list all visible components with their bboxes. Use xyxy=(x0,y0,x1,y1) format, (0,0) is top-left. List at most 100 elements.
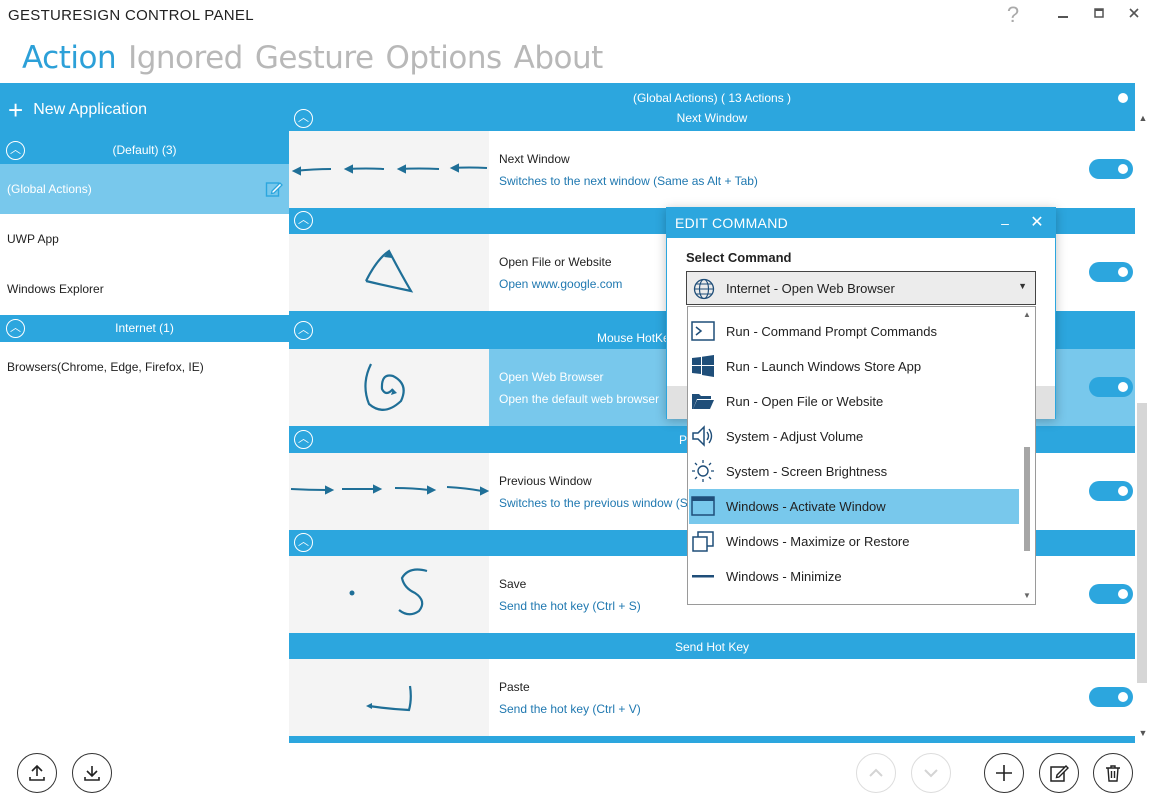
collapse-icon[interactable]: ︿ xyxy=(294,321,313,340)
collapse-icon[interactable]: ︿ xyxy=(6,319,25,338)
title-bar: GESTURESIGN CONTROL PANEL ? xyxy=(0,0,1151,31)
action-description: Send the hot key (Ctrl + S) xyxy=(499,599,641,613)
action-toggle[interactable] xyxy=(1089,159,1133,179)
scroll-down-icon[interactable]: ▼ xyxy=(1020,591,1034,600)
option-label: Windows - Activate Window xyxy=(726,499,886,514)
collapse-icon[interactable]: ︿ xyxy=(294,109,313,128)
close-button[interactable] xyxy=(1114,2,1151,28)
section-header xyxy=(289,736,1135,743)
action-row[interactable]: Paste Send the hot key (Ctrl + V) xyxy=(289,659,1135,736)
globe-icon xyxy=(693,278,715,300)
speaker-icon xyxy=(692,425,713,447)
main-nav: Action Ignored Gesture Options About xyxy=(22,38,603,82)
dropdown-option[interactable]: Run - Open File or Website xyxy=(689,384,1019,419)
option-label: Windows - Maximize or Restore xyxy=(726,534,910,549)
tab-about[interactable]: About xyxy=(514,38,604,82)
collapse-icon[interactable]: ︿ xyxy=(294,430,313,449)
move-down-button[interactable] xyxy=(911,753,951,793)
import-button[interactable] xyxy=(72,753,112,793)
group-header-default[interactable]: ︿ (Default) (3) xyxy=(0,137,289,164)
sun-icon xyxy=(692,460,714,482)
download-icon xyxy=(84,766,100,781)
action-name: Paste xyxy=(499,680,530,694)
global-actions-title: (Global Actions) ( 13 Actions ) xyxy=(632,91,792,105)
scroll-up-icon[interactable]: ▲ xyxy=(1020,310,1034,319)
dropdown-scrollbar[interactable]: ▲ ▼ xyxy=(1020,307,1034,604)
tab-options[interactable]: Options xyxy=(386,38,503,82)
terminal-icon xyxy=(691,321,715,341)
edit-action-button[interactable] xyxy=(1039,753,1079,793)
collapse-icon[interactable]: ︿ xyxy=(6,141,25,160)
gesture-left-arrows-icon xyxy=(291,163,488,176)
windows-logo-icon xyxy=(692,355,714,377)
dropdown-option[interactable]: Windows - Minimize xyxy=(689,559,1019,594)
upload-icon xyxy=(29,764,45,781)
action-toggle[interactable] xyxy=(1089,262,1133,282)
dropdown-option[interactable]: Run - Command Prompt Commands xyxy=(689,314,1019,349)
maximize-button[interactable] xyxy=(1079,2,1119,28)
tab-gesture[interactable]: Gesture xyxy=(255,38,374,82)
group-header-internet[interactable]: ︿ Internet (1) xyxy=(0,315,289,342)
app-item-browsers[interactable]: Browsers(Chrome, Edge, Firefox, IE) xyxy=(0,342,289,392)
dropdown-option[interactable]: Windows - Maximize or Restore xyxy=(689,524,1019,559)
collapse-icon[interactable]: ︿ xyxy=(294,533,313,552)
move-up-button[interactable] xyxy=(856,753,896,793)
dropdown-option[interactable]: Run - Launch Windows Store App xyxy=(689,349,1019,384)
global-actions-toggle[interactable] xyxy=(1089,88,1133,108)
edit-icon[interactable] xyxy=(265,180,283,198)
option-label: Run - Open File or Website xyxy=(726,394,884,409)
dropdown-option[interactable]: System - Adjust Volume xyxy=(689,419,1019,454)
gesture-return-icon xyxy=(366,685,412,712)
app-item-windows-explorer[interactable]: Windows Explorer xyxy=(0,264,289,314)
gesture-thumbnail xyxy=(289,453,490,530)
action-toggle[interactable] xyxy=(1089,584,1133,604)
action-name: Open File or Website xyxy=(499,255,612,269)
tab-action[interactable]: Action xyxy=(22,38,117,82)
edit-icon xyxy=(1050,765,1069,782)
action-description: Switches to the previous window (S xyxy=(499,496,688,510)
command-select[interactable]: Internet - Open Web Browser ▼ xyxy=(686,271,1036,305)
scroll-down-icon[interactable]: ▼ xyxy=(1135,728,1151,742)
scroll-thumb[interactable] xyxy=(1137,403,1147,683)
section-title: Next Window xyxy=(676,111,748,125)
dropdown-scroll-thumb[interactable] xyxy=(1024,447,1030,551)
chevron-down-icon: ▼ xyxy=(1018,281,1027,291)
dialog-close-button[interactable]: ✕ xyxy=(1027,208,1047,238)
section-title: P xyxy=(679,433,688,447)
collapse-icon[interactable]: ︿ xyxy=(294,211,313,230)
action-toggle[interactable] xyxy=(1089,377,1133,397)
dialog-minimize-button[interactable]: – xyxy=(995,208,1015,238)
option-label: Windows - Minimize xyxy=(726,569,842,584)
export-button[interactable] xyxy=(17,753,57,793)
dropdown-option-highlighted[interactable]: Windows - Activate Window xyxy=(689,489,1019,524)
help-button[interactable]: ? xyxy=(993,2,1033,28)
scroll-up-icon[interactable]: ▲ xyxy=(1135,113,1151,127)
action-toggle[interactable] xyxy=(1089,481,1133,501)
app-item-uwp-app[interactable]: UWP App xyxy=(0,214,289,264)
action-toggle[interactable] xyxy=(1089,687,1133,707)
select-command-label: Select Command xyxy=(686,250,792,265)
action-row[interactable]: Next Window Switches to the next window … xyxy=(289,131,1135,208)
section-title: Send Hot Key xyxy=(674,640,750,654)
app-item-global-actions[interactable]: (Global Actions) xyxy=(0,164,289,214)
minimize-button[interactable] xyxy=(1043,2,1083,28)
group-header-label: Internet (1) xyxy=(115,321,174,335)
action-name: Previous Window xyxy=(499,474,592,488)
delete-action-button[interactable] xyxy=(1093,753,1133,793)
action-description: Send the hot key (Ctrl + V) xyxy=(499,702,641,716)
action-description: Open the default web browser xyxy=(499,392,660,406)
dropdown-option[interactable]: System - Screen Brightness xyxy=(689,454,1019,489)
main-scrollbar[interactable]: ▲ ▼ xyxy=(1135,108,1151,743)
new-application-label: New Application xyxy=(33,101,148,118)
gesture-s-icon xyxy=(349,568,428,616)
new-application-button[interactable]: + New Application xyxy=(0,83,289,137)
option-label: Run - Launch Windows Store App xyxy=(726,359,922,374)
global-actions-header: (Global Actions) ( 13 Actions ) Next Win… xyxy=(289,83,1135,131)
tab-ignored[interactable]: Ignored xyxy=(128,38,243,82)
minimize-icon xyxy=(1058,16,1068,18)
add-action-button[interactable] xyxy=(984,753,1024,793)
action-name: Save xyxy=(499,577,527,591)
delete-icon xyxy=(1106,765,1120,782)
section-title: Mouse HotKe xyxy=(597,331,670,345)
plus-icon: + xyxy=(8,95,24,125)
